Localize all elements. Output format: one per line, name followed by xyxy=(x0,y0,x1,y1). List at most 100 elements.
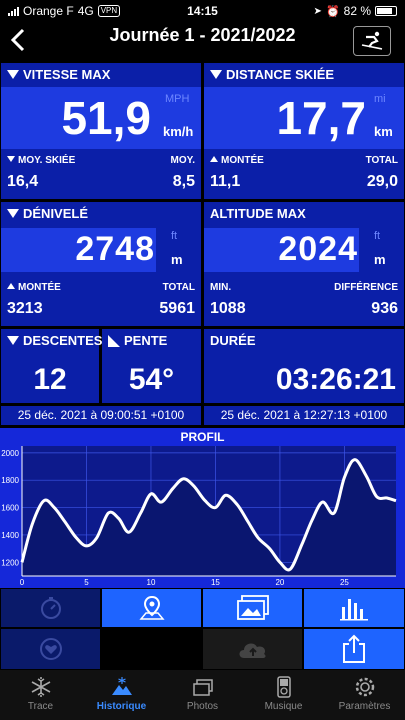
bar-chart-icon xyxy=(340,599,368,621)
nav-bar: Journée 1 - 2021/2022 xyxy=(0,22,405,62)
gear-icon xyxy=(355,677,374,697)
alt-unit[interactable]: MPH xyxy=(165,93,189,105)
total-label: TOTAL xyxy=(162,282,195,293)
max-altitude-value: 2024 xyxy=(278,230,358,268)
distance-card[interactable]: DISTANCE SKIÉE 17,7 mi km MONTÉE TOTAL 1… xyxy=(204,63,404,199)
triangle-icon xyxy=(7,283,15,289)
card-title: DISTANCE SKIÉE xyxy=(226,67,335,82)
duration-card[interactable]: DURÉE 03:26:21 xyxy=(204,329,404,403)
tab-label: Paramètres xyxy=(338,701,391,712)
avg-skied-value: 16,4 xyxy=(7,173,39,190)
altitude-difference-value: 936 xyxy=(371,300,398,317)
photos-icon xyxy=(236,595,269,620)
stopwatch-icon xyxy=(40,597,61,619)
tab-trace[interactable]: Trace xyxy=(0,670,81,720)
page-title: Journée 1 - 2021/2022 xyxy=(109,25,296,45)
cloud-upload-icon xyxy=(239,643,266,658)
unit[interactable]: km/h xyxy=(163,124,193,139)
tab-label: Musique xyxy=(264,701,303,712)
alarm-icon: ⏰ xyxy=(325,5,340,18)
x-tick-label: 25 xyxy=(340,578,349,587)
tab-history[interactable]: Historique xyxy=(81,670,162,720)
collapse-triangle-icon xyxy=(7,209,19,218)
photos-icon xyxy=(192,679,213,696)
avg-value: 8,5 xyxy=(172,173,195,190)
map-action-button[interactable] xyxy=(102,589,201,627)
battery-icon xyxy=(375,6,397,16)
alt-unit[interactable]: ft xyxy=(171,230,177,242)
total-label: TOTAL xyxy=(365,155,398,166)
tab-music[interactable]: Musique xyxy=(243,670,324,720)
unit[interactable]: m xyxy=(374,252,386,267)
cloud-action-button[interactable] xyxy=(203,629,302,669)
timer-action-button[interactable] xyxy=(1,589,100,627)
y-tick-label: 1600 xyxy=(1,504,19,513)
altitude-card[interactable]: ALTITUDE MAX 2024 ft m MIN. DIFFÉRENCE 1… xyxy=(204,202,404,326)
tab-bar: Trace Historique Photos Musique Paramètr… xyxy=(0,670,405,720)
alt-unit[interactable]: ft xyxy=(374,230,380,242)
map-pin-icon xyxy=(138,595,165,620)
elevation-card[interactable]: DÉNIVELÉ 2748 ft m MONTÉE TOTAL 3213 596… xyxy=(1,202,201,326)
heart-icon xyxy=(39,638,62,660)
unit[interactable]: m xyxy=(171,252,183,267)
slope-icon xyxy=(108,334,120,347)
y-tick-label: 1400 xyxy=(1,531,19,540)
uphill-label: MONTÉE xyxy=(18,282,61,293)
slope-value: 54° xyxy=(128,363,175,396)
profile-chart-svg: 1200 1400 1600 1800 2000 0 5 10 15 20 25 xyxy=(1,446,397,587)
triangle-icon xyxy=(210,156,218,162)
card-title: DÉNIVELÉ xyxy=(23,206,89,221)
battery-percent: 82 % xyxy=(343,4,371,18)
descents-card[interactable]: DESCENTES 12 xyxy=(1,329,103,403)
elevation-value: 2748 xyxy=(75,230,155,268)
avg-skied-label: MOY. SKIÉE xyxy=(18,155,76,166)
total-distance-value: 29,0 xyxy=(366,173,398,190)
distance-value: 17,7 xyxy=(276,92,366,144)
stats-grid: VITESSE MAX 51,9 MPH km/h MOY. SKIÉE MOY… xyxy=(0,62,405,426)
uphill-distance-value: 11,1 xyxy=(210,173,241,190)
uphill-elevation-value: 3213 xyxy=(7,300,43,317)
favorite-action-button[interactable] xyxy=(1,629,100,669)
snowflake-icon xyxy=(31,677,50,697)
history-icon xyxy=(111,677,132,695)
collapse-triangle-icon xyxy=(7,70,19,79)
x-tick-label: 5 xyxy=(84,578,89,587)
y-tick-label: 1800 xyxy=(1,476,19,485)
activity-type-button[interactable] xyxy=(353,26,391,56)
collapse-triangle-icon xyxy=(7,336,19,345)
duration-value: 03:26:21 xyxy=(275,363,396,396)
location-icon: ➤ xyxy=(313,5,322,17)
y-tick-label: 1200 xyxy=(1,558,19,567)
card-title: DESCENTES xyxy=(23,333,103,348)
descents-value: 12 xyxy=(33,363,67,396)
tab-label: Photos xyxy=(186,701,219,712)
share-icon xyxy=(343,634,365,663)
stats-action-button[interactable] xyxy=(304,589,404,627)
tab-settings[interactable]: Paramètres xyxy=(324,670,405,720)
difference-label: DIFFÉRENCE xyxy=(334,282,398,293)
start-time: 25 déc. 2021 à 09:00:51 +0100 xyxy=(17,408,185,422)
card-title: VITESSE MAX xyxy=(23,67,111,82)
slope-card[interactable]: PENTE 54° xyxy=(102,329,201,403)
x-tick-label: 15 xyxy=(211,578,220,587)
start-time-box: 25 déc. 2021 à 09:00:51 +0100 xyxy=(1,406,201,425)
x-tick-label: 0 xyxy=(20,578,25,587)
photos-action-button[interactable] xyxy=(203,589,302,627)
status-bar: Orange F 4G VPN 14:15 ➤ ⏰ 82 % xyxy=(0,0,405,22)
min-altitude-value: 1088 xyxy=(210,300,246,317)
share-action-button[interactable] xyxy=(304,629,404,669)
tab-photos[interactable]: Photos xyxy=(162,670,243,720)
end-time: 25 déc. 2021 à 12:27:13 +0100 xyxy=(220,408,388,422)
total-elevation-value: 5961 xyxy=(159,300,195,317)
x-tick-label: 20 xyxy=(275,578,284,587)
triangle-icon xyxy=(7,156,15,162)
card-title: DURÉE xyxy=(210,333,256,348)
alt-unit[interactable]: mi xyxy=(374,93,386,105)
unit[interactable]: km xyxy=(374,124,393,139)
y-tick-label: 2000 xyxy=(1,449,19,458)
max-speed-card[interactable]: VITESSE MAX 51,9 MPH km/h MOY. SKIÉE MOY… xyxy=(1,63,201,199)
profile-chart[interactable]: PROFIL 1200 1400 1600 1800 2000 0 5 10 15 20 25 xyxy=(0,428,405,588)
collapse-triangle-icon xyxy=(210,70,222,79)
action-buttons xyxy=(0,588,405,670)
tab-label: Historique xyxy=(96,701,147,712)
